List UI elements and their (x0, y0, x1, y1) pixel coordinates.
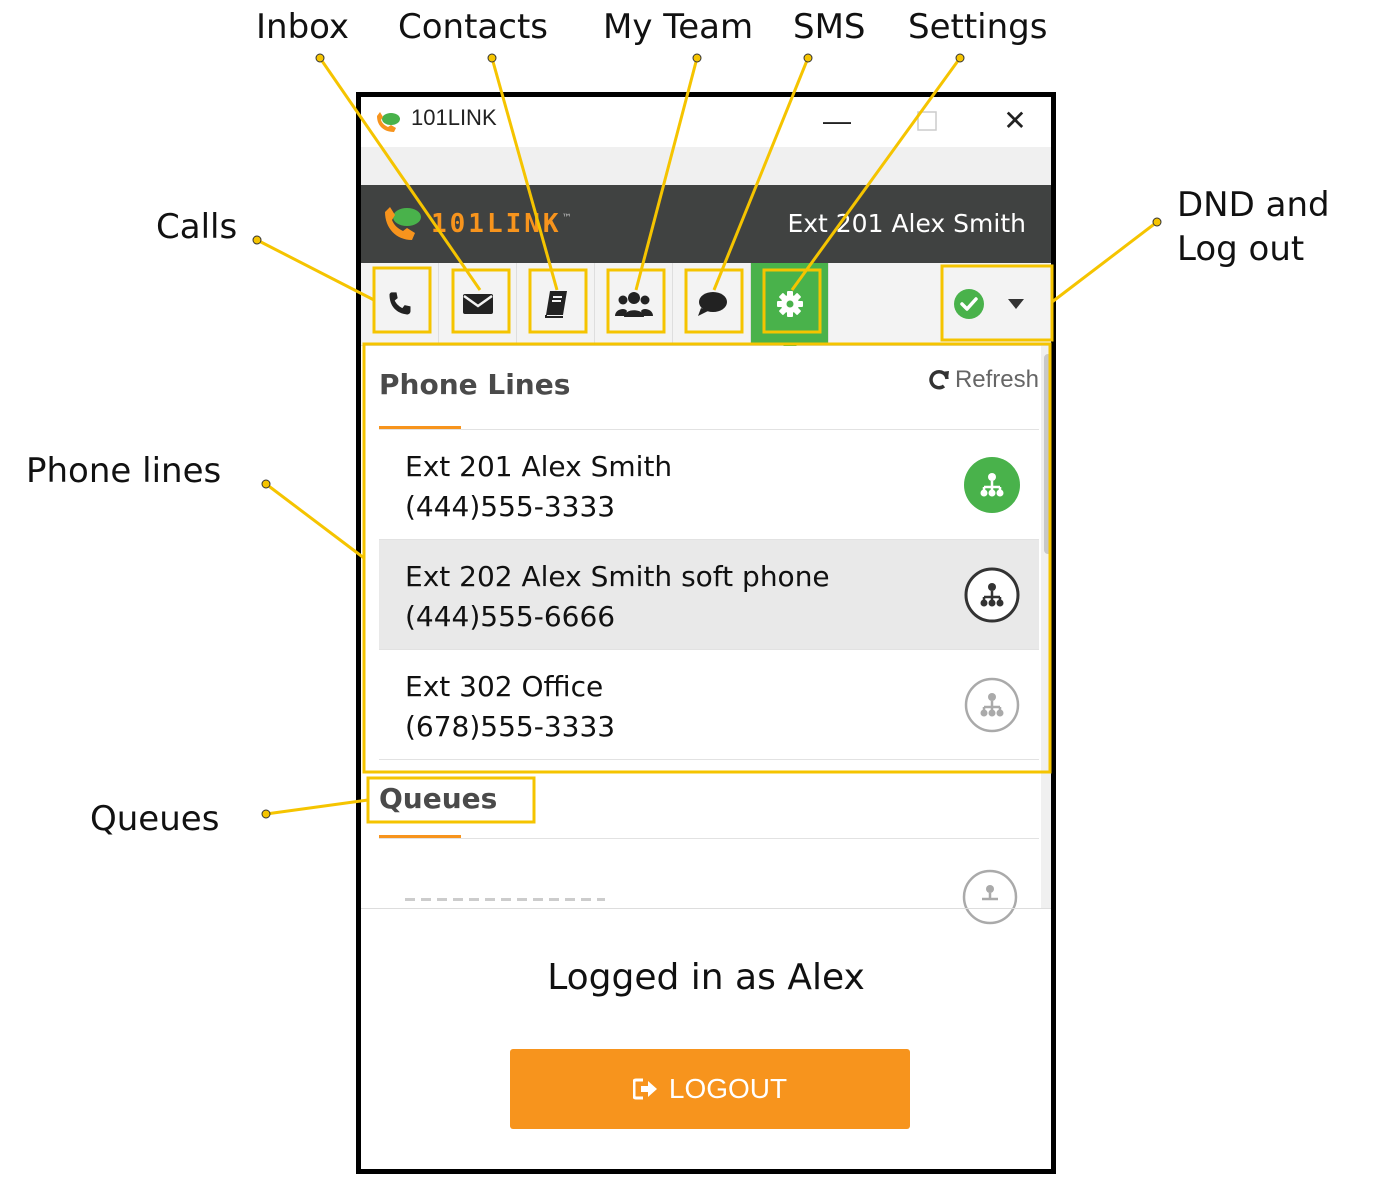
logged-in-label: Logged in as Alex (547, 957, 865, 998)
queues-title: Queues (379, 782, 498, 815)
brand-phone-icon (385, 207, 421, 240)
phone-icon (389, 292, 410, 315)
tab-sms[interactable] (673, 263, 751, 345)
leader-phone-lines (265, 482, 365, 560)
queue-item-truncated (405, 898, 605, 901)
scrollbar-thumb[interactable] (1044, 354, 1051, 554)
tab-calls[interactable] (361, 263, 439, 345)
book-icon (544, 291, 567, 318)
line-status-inactive-icon[interactable] (963, 676, 1021, 738)
phone-line-name: Ext 202 Alex Smith soft phone (405, 560, 830, 593)
minimize-button[interactable]: — (807, 97, 867, 147)
queue-status-icon[interactable] (961, 868, 1019, 930)
refresh-button[interactable]: Refresh (927, 366, 1039, 394)
app-header: 101LINK ™ Ext 201 Alex Smith (361, 185, 1051, 263)
tab-contacts[interactable] (517, 263, 595, 345)
brand-logo-tm: ™ (561, 212, 572, 224)
line-status-available-icon[interactable] (963, 566, 1021, 628)
callout-dnd-line2: Log out (1177, 229, 1305, 269)
callout-contacts: Contacts (398, 7, 548, 47)
phone-line-number: (444)555-6666 (405, 600, 616, 633)
users-icon (614, 292, 653, 317)
line-status-active-icon[interactable] (963, 456, 1021, 518)
sign-out-icon (632, 1078, 657, 1100)
logout-button[interactable]: LOGOUT (510, 1049, 910, 1129)
phone-line-name: Ext 302 Office (405, 670, 604, 703)
settings-content: Phone Lines Refresh Ext 201 Alex Smith (… (361, 346, 1039, 925)
title-bar: 101LINK — ✕ (361, 97, 1051, 147)
callout-queues: Queues (90, 799, 220, 839)
phone-line-row[interactable]: Ext 202 Alex Smith soft phone (444)555-6… (379, 540, 1039, 650)
chat-bubble-icon (697, 292, 727, 316)
check-circle-icon (954, 289, 984, 319)
queues-rule (379, 838, 1039, 839)
logout-label: LOGOUT (668, 1073, 788, 1104)
current-user: Ext 201 Alex Smith (787, 209, 1026, 238)
brand-logo: 101LINK ™ (381, 202, 572, 246)
phone-line-name: Ext 201 Alex Smith (405, 450, 673, 483)
leader-queues (265, 798, 369, 816)
phone-lines-title: Phone Lines (379, 368, 571, 401)
envelope-icon (462, 294, 493, 314)
gear-icon (776, 291, 803, 317)
caret-down-icon (1008, 299, 1024, 309)
callout-settings: Settings (908, 7, 1048, 47)
brand-logo-text: 101LINK (431, 209, 562, 239)
app-window: 101LINK — ✕ 101LINK ™ Ext 201 Alex Smith (356, 92, 1056, 1174)
content-scrollbar[interactable] (1041, 346, 1051, 908)
refresh-icon (929, 369, 949, 390)
tab-settings[interactable] (751, 263, 829, 355)
maximize-button[interactable] (897, 97, 957, 147)
phone-line-row[interactable]: Ext 201 Alex Smith (444)555-3333 (379, 430, 1039, 540)
tab-bar (361, 263, 1051, 355)
refresh-label: Refresh (954, 366, 1039, 393)
close-button[interactable]: ✕ (985, 97, 1045, 147)
phone-line-number: (444)555-3333 (405, 490, 616, 523)
callout-my-team: My Team (603, 7, 754, 47)
footer-divider (361, 908, 1051, 909)
window-title: 101LINK (411, 105, 497, 130)
callout-sms: SMS (793, 7, 866, 47)
phone-line-row[interactable]: Ext 302 Office (678)555-3333 (379, 650, 1039, 760)
callout-dnd-line1: DND and (1177, 185, 1330, 225)
title-strip (361, 147, 1051, 185)
callout-calls: Calls (156, 207, 238, 247)
callout-inbox: Inbox (256, 7, 350, 47)
dnd-status-toggle[interactable] (939, 263, 1039, 345)
tab-inbox[interactable] (439, 263, 517, 345)
callout-phone-lines: Phone lines (26, 451, 222, 491)
tab-my-team[interactable] (595, 263, 673, 345)
phone-line-number: (678)555-3333 (405, 710, 616, 743)
app-logo-icon (374, 110, 402, 138)
leader-dnd (1051, 220, 1158, 304)
